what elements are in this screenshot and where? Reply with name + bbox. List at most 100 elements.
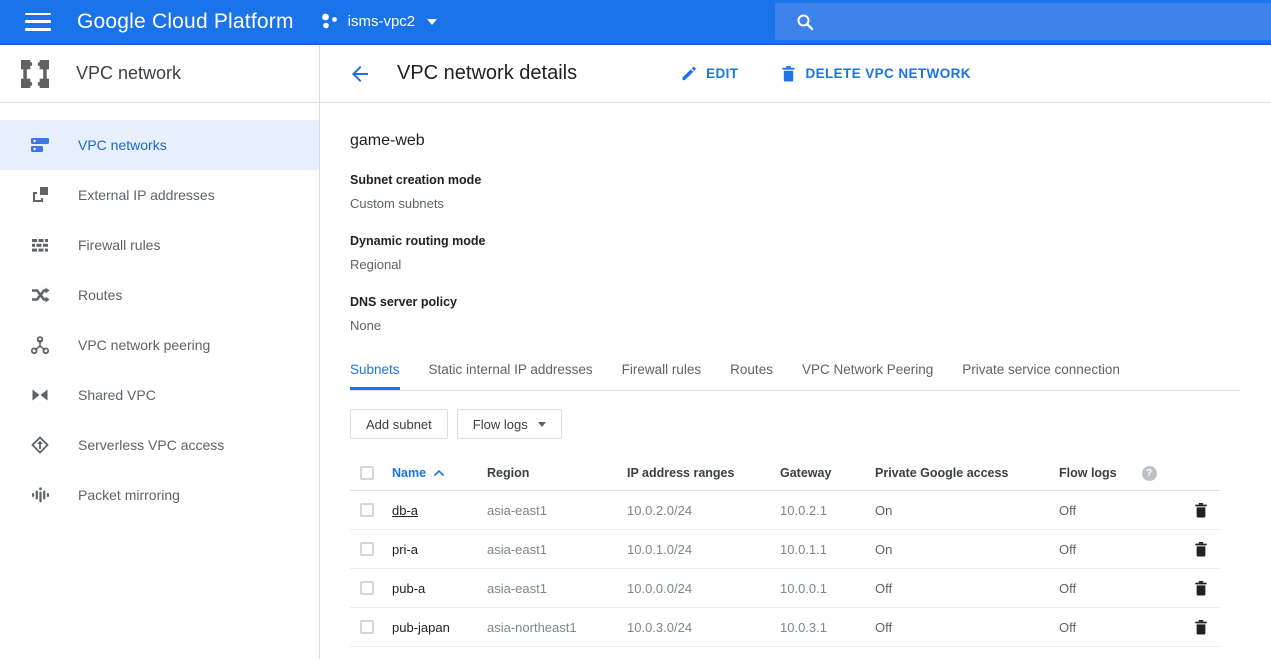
help-icon[interactable]: ?	[1141, 465, 1157, 481]
sidebar-item-label: VPC network peering	[78, 337, 211, 353]
main-panel: VPC network details EDIT DELETE VPC NETW…	[320, 45, 1271, 659]
project-dots-icon	[321, 13, 337, 29]
sort-ascending-icon	[433, 469, 445, 477]
add-subnet-button[interactable]: Add subnet	[350, 409, 448, 439]
tab-private-service-connection[interactable]: Private service connection	[962, 362, 1120, 390]
cell-gateway: 10.0.3.1	[780, 619, 827, 635]
sidebar-item-serverless-vpc-access[interactable]: Serverless VPC access	[0, 420, 319, 470]
routes-icon	[30, 285, 50, 305]
cell-private-google-access: On	[875, 541, 893, 557]
cell-private-google-access: On	[875, 502, 893, 518]
field-subnet-creation-mode: Subnet creation mode Custom subnets	[350, 173, 1271, 211]
subnet-name-link[interactable]: pri-a	[392, 542, 487, 557]
row-checkbox[interactable]	[360, 620, 374, 634]
cell-flow-logs: Off	[1059, 580, 1077, 596]
trash-icon	[1195, 503, 1207, 518]
cell-ip-range: 10.0.3.0/24	[627, 619, 693, 635]
subnet-name-link[interactable]: pub-japan	[392, 620, 487, 635]
sidebar-item-firewall-rules[interactable]: Firewall rules	[0, 220, 319, 270]
table-row: pub-japan asia-northeast1 10.0.3.0/24 10…	[350, 608, 1220, 647]
serverless-icon	[30, 435, 50, 455]
trash-icon	[1195, 620, 1207, 635]
firewall-icon	[30, 235, 50, 255]
field-label: Dynamic routing mode	[350, 234, 486, 248]
sidebar-item-label: Serverless VPC access	[78, 437, 225, 453]
sidebar-item-external-ip-addresses[interactable]: External IP addresses	[0, 170, 319, 220]
delete-subnet-button[interactable]	[1194, 541, 1208, 557]
trash-icon	[782, 66, 796, 82]
row-checkbox[interactable]	[360, 503, 374, 517]
trash-icon	[1195, 542, 1207, 557]
cell-ip-range: 10.0.0.0/24	[627, 580, 693, 596]
edit-button[interactable]: EDIT	[680, 65, 738, 82]
brand-title[interactable]: Google Cloud Platform	[77, 10, 294, 34]
sidebar-nav: VPC networks External IP addresses Firew…	[0, 103, 319, 520]
sidebar-item-label: Firewall rules	[78, 237, 161, 253]
cell-private-google-access: Off	[875, 580, 893, 596]
subnets-toolbar: Add subnet Flow logs	[350, 409, 1271, 439]
chevron-down-icon	[427, 18, 438, 25]
page-header: VPC network details EDIT DELETE VPC NETW…	[320, 45, 1271, 103]
sidebar: VPC network VPC networks External IP add…	[0, 45, 320, 659]
packet-mirroring-icon	[30, 485, 50, 505]
tab-subnets[interactable]: Subnets	[350, 362, 400, 390]
delete-label: DELETE VPC NETWORK	[805, 66, 971, 81]
sidebar-title: VPC network	[76, 63, 182, 83]
select-all-checkbox[interactable]	[360, 466, 374, 480]
tab-static-internal-ip-addresses[interactable]: Static internal IP addresses	[429, 362, 593, 390]
cell-ip-range: 10.0.2.0/24	[627, 502, 693, 518]
trash-icon	[1195, 581, 1207, 596]
column-header-gateway: Gateway	[780, 466, 832, 480]
row-checkbox[interactable]	[360, 542, 374, 556]
row-checkbox[interactable]	[360, 581, 374, 595]
sidebar-item-shared-vpc[interactable]: Shared VPC	[0, 370, 319, 420]
table-header-row: Name Region IP address ranges Gateway Pr…	[350, 456, 1220, 491]
subnet-name-link[interactable]: pub-a	[392, 581, 487, 596]
pencil-icon	[682, 66, 696, 81]
field-dynamic-routing-mode: Dynamic routing mode Regional	[350, 234, 1271, 272]
search-input[interactable]	[775, 3, 1271, 40]
field-label: DNS server policy	[350, 295, 457, 309]
tab-bar: Subnets Static internal IP addresses Fir…	[350, 362, 1240, 391]
column-header-name[interactable]: Name	[392, 466, 487, 480]
flow-logs-dropdown-label: Flow logs	[472, 416, 528, 432]
page-title: VPC network details	[397, 62, 578, 84]
sidebar-item-packet-mirroring[interactable]: Packet mirroring	[0, 470, 319, 520]
menu-icon[interactable]	[25, 12, 51, 31]
search-icon	[797, 14, 814, 30]
delete-subnet-button[interactable]	[1194, 619, 1208, 635]
sidebar-item-vpc-network-peering[interactable]: VPC network peering	[0, 320, 319, 370]
column-header-private-google-access: Private Google access	[875, 466, 1009, 480]
cell-gateway: 10.0.1.1	[780, 541, 827, 557]
external-ip-icon	[30, 185, 50, 205]
delete-subnet-button[interactable]	[1194, 502, 1208, 518]
project-selector[interactable]: isms-vpc2	[320, 12, 438, 31]
tab-firewall-rules[interactable]: Firewall rules	[622, 362, 702, 390]
subnet-name-link[interactable]: db-a	[392, 503, 487, 518]
table-row: db-a asia-east1 10.0.2.0/24 10.0.2.1 On …	[350, 491, 1220, 530]
column-header-flow-logs: Flow logs ?	[1059, 465, 1182, 481]
project-name: isms-vpc2	[347, 13, 416, 30]
delete-vpc-network-button[interactable]: DELETE VPC NETWORK	[781, 65, 971, 82]
cell-region: asia-east1	[487, 580, 547, 596]
tab-routes[interactable]: Routes	[730, 362, 773, 390]
cell-flow-logs: Off	[1059, 502, 1077, 518]
sidebar-item-vpc-networks[interactable]: VPC networks	[0, 120, 319, 170]
peering-icon	[30, 335, 50, 355]
sidebar-item-routes[interactable]: Routes	[0, 270, 319, 320]
sidebar-item-label: VPC networks	[78, 137, 167, 153]
field-value: None	[350, 318, 382, 333]
shared-vpc-icon	[30, 385, 50, 405]
back-arrow-icon[interactable]	[348, 62, 372, 86]
delete-subnet-button[interactable]	[1194, 580, 1208, 596]
top-app-bar: Google Cloud Platform isms-vpc2	[0, 0, 1271, 45]
network-name: game-web	[350, 132, 425, 149]
edit-label: EDIT	[706, 66, 739, 81]
flow-logs-dropdown[interactable]: Flow logs	[456, 409, 562, 439]
field-value: Custom subnets	[350, 196, 444, 211]
column-header-region: Region	[487, 466, 530, 480]
cell-ip-range: 10.0.1.0/24	[627, 541, 693, 557]
subnets-table: Name Region IP address ranges Gateway Pr…	[350, 456, 1220, 647]
tab-vpc-network-peering[interactable]: VPC Network Peering	[802, 362, 933, 390]
cell-flow-logs: Off	[1059, 619, 1077, 635]
